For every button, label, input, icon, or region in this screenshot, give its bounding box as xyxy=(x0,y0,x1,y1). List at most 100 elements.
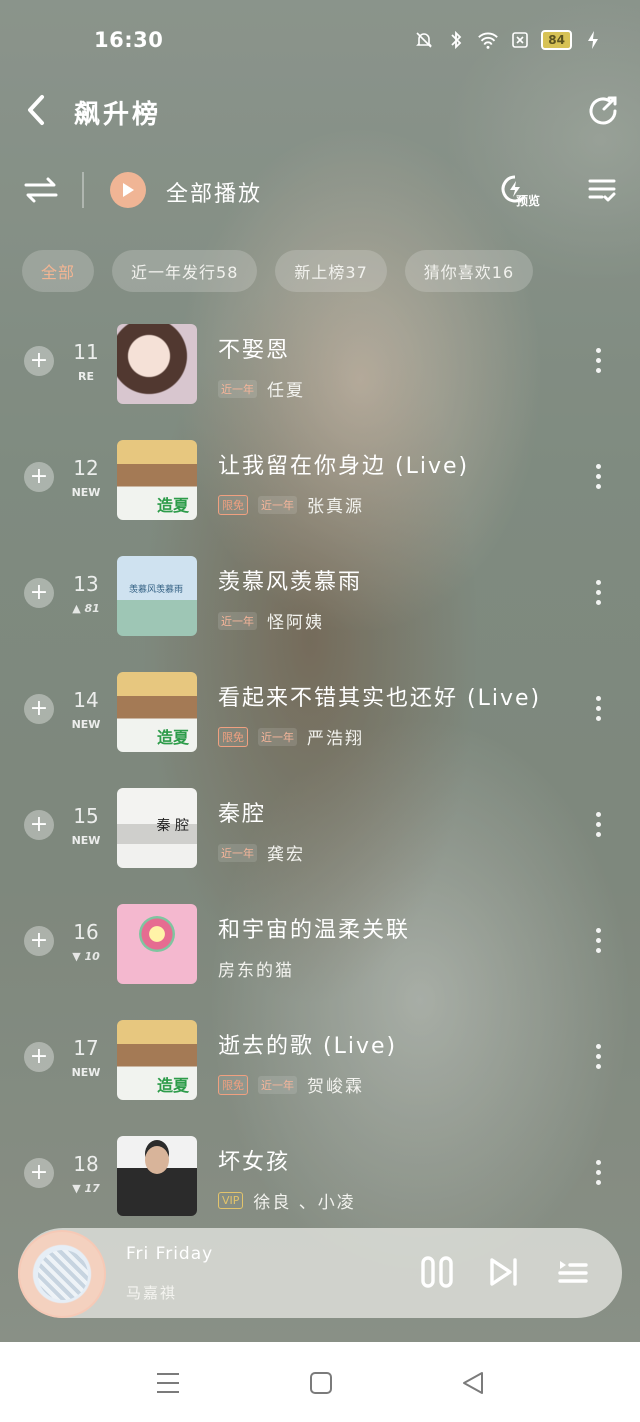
play-mode-icon xyxy=(24,177,58,203)
multi-select-button[interactable] xyxy=(588,176,616,204)
song-title: 坏女孩 xyxy=(218,1150,291,1175)
cover-label: 造夏 xyxy=(156,496,189,515)
rank: 16 ▼ 10 xyxy=(66,920,106,963)
share-button[interactable] xyxy=(586,94,620,128)
album-cover[interactable]: 造夏 xyxy=(117,440,197,520)
flower-art xyxy=(139,916,175,952)
song-row[interactable]: + 17 NEW 造夏 逝去的歌 (Live) 限免 近一年 贺峻霖 xyxy=(0,1014,640,1130)
rank-change: NEW xyxy=(71,834,101,847)
song-artist: 房东的猫 xyxy=(218,961,294,981)
play-all-button[interactable] xyxy=(110,172,146,208)
add-icon[interactable]: + xyxy=(24,578,54,608)
pause-button[interactable] xyxy=(420,1256,454,1288)
preview-label: 预览 xyxy=(516,194,541,208)
chip-new-entry[interactable]: 新上榜37 xyxy=(275,250,387,292)
album-cover[interactable]: 造夏 xyxy=(117,1020,197,1100)
recent-year-badge: 近一年 xyxy=(218,379,257,398)
song-artist: 严浩翔 xyxy=(307,729,364,749)
rank-change: NEW xyxy=(71,718,101,731)
song-row[interactable]: + 11 RE 不娶恩 近一年 任夏 xyxy=(0,318,640,434)
system-nav-bar xyxy=(0,1342,640,1422)
play-mode-button[interactable] xyxy=(24,174,58,206)
play-all-label[interactable]: 全部播放 xyxy=(166,176,262,208)
now-playing-cover[interactable] xyxy=(18,1230,106,1318)
rank: 18 ▼ 17 xyxy=(66,1152,106,1195)
song-meta: 近一年 龚宏 xyxy=(218,840,305,865)
more-options-icon[interactable] xyxy=(596,580,602,608)
more-options-icon[interactable] xyxy=(596,1044,602,1072)
more-options-icon[interactable] xyxy=(596,1160,602,1188)
song-meta: 限免 近一年 贺峻霖 xyxy=(218,1072,364,1097)
song-meta: 近一年 任夏 xyxy=(218,376,305,401)
preview-button[interactable]: 预览 xyxy=(500,174,544,210)
song-title: 看起来不错其实也还好 (Live) xyxy=(218,686,542,711)
menu-icon xyxy=(157,1373,179,1393)
mini-player[interactable]: Fri Friday 马嘉祺 xyxy=(18,1228,622,1318)
album-cover[interactable] xyxy=(117,324,197,404)
sim-icon xyxy=(509,29,531,51)
bluetooth-icon xyxy=(445,29,467,51)
song-row[interactable]: + 12 NEW 造夏 让我留在你身边 (Live) 限免 近一年 张真源 xyxy=(0,434,640,550)
song-artist: 怪阿姨 xyxy=(267,613,324,633)
now-playing-artist: 马嘉祺 xyxy=(126,1284,178,1302)
album-cover[interactable] xyxy=(117,1136,197,1216)
rank: 12 NEW xyxy=(66,456,106,499)
divider xyxy=(82,172,84,208)
add-icon[interactable]: + xyxy=(24,1158,54,1188)
song-title: 羡慕风羡慕雨 xyxy=(218,570,363,595)
nav-back-button[interactable] xyxy=(460,1370,486,1396)
add-icon[interactable]: + xyxy=(24,1042,54,1072)
rank-number: 18 xyxy=(73,1152,99,1176)
song-row[interactable]: + 13 ▲ 81 羡慕风羡慕雨 羡慕风羡慕雨 近一年 怪阿姨 xyxy=(0,550,640,666)
rank: 14 NEW xyxy=(66,688,106,731)
chip-all[interactable]: 全部 xyxy=(22,250,95,292)
now-playing-title: Fri Friday xyxy=(126,1244,214,1264)
add-icon[interactable]: + xyxy=(24,462,54,492)
add-icon[interactable]: + xyxy=(24,694,54,724)
play-controls: 全部播放 预览 xyxy=(0,166,640,216)
song-meta: 房东的猫 xyxy=(218,956,294,981)
more-options-icon[interactable] xyxy=(596,696,602,724)
song-row[interactable]: + 14 NEW 造夏 看起来不错其实也还好 (Live) 限免 近一年 严浩翔 xyxy=(0,666,640,782)
playlist-button[interactable] xyxy=(556,1256,588,1288)
status-time: 16:30 xyxy=(94,28,164,52)
more-options-icon[interactable] xyxy=(596,464,602,492)
song-title: 不娶恩 xyxy=(218,338,291,363)
add-icon[interactable]: + xyxy=(24,926,54,956)
rank-number: 15 xyxy=(73,804,99,828)
song-row[interactable]: + 15 NEW 秦 腔 秦腔 近一年 龚宏 xyxy=(0,782,640,898)
pause-icon xyxy=(421,1256,453,1288)
rank-number: 14 xyxy=(73,688,99,712)
rank: 15 NEW xyxy=(66,804,106,847)
chip-recent-year[interactable]: 近一年发行58 xyxy=(112,250,258,292)
next-button[interactable] xyxy=(488,1256,520,1288)
playlist-icon xyxy=(558,1261,588,1283)
chip-guess-you-like[interactable]: 猜你喜欢16 xyxy=(404,250,534,292)
album-cover[interactable]: 造夏 xyxy=(117,672,197,752)
album-cover[interactable]: 羡慕风羡慕雨 xyxy=(117,556,197,636)
rank: 11 RE xyxy=(66,340,106,383)
rank-change: RE xyxy=(78,370,94,383)
nav-home-button[interactable] xyxy=(308,1370,334,1396)
song-title: 让我留在你身边 (Live) xyxy=(218,454,470,479)
more-options-icon[interactable] xyxy=(596,348,602,376)
rank-number: 16 xyxy=(73,920,99,944)
share-icon xyxy=(589,96,617,125)
rank: 13 ▲ 81 xyxy=(66,572,106,615)
add-icon[interactable]: + xyxy=(24,346,54,376)
portrait-art xyxy=(145,1146,169,1174)
rank-number: 13 xyxy=(73,572,99,596)
cover-label: 造夏 xyxy=(156,728,189,747)
album-cover[interactable]: 秦 腔 xyxy=(117,788,197,868)
rank-change: NEW xyxy=(71,1066,101,1079)
song-artist: 任夏 xyxy=(267,381,305,401)
more-options-icon[interactable] xyxy=(596,928,602,956)
song-row[interactable]: + 16 ▼ 10 和宇宙的温柔关联 房东的猫 xyxy=(0,898,640,1014)
more-options-icon[interactable] xyxy=(596,812,602,840)
status-bar: 16:30 84 xyxy=(0,24,640,56)
nav-menu-button[interactable] xyxy=(155,1370,181,1396)
add-icon[interactable]: + xyxy=(24,810,54,840)
back-button[interactable] xyxy=(22,92,54,128)
cover-label: 羡慕风羡慕雨 xyxy=(129,585,184,595)
album-cover[interactable] xyxy=(117,904,197,984)
